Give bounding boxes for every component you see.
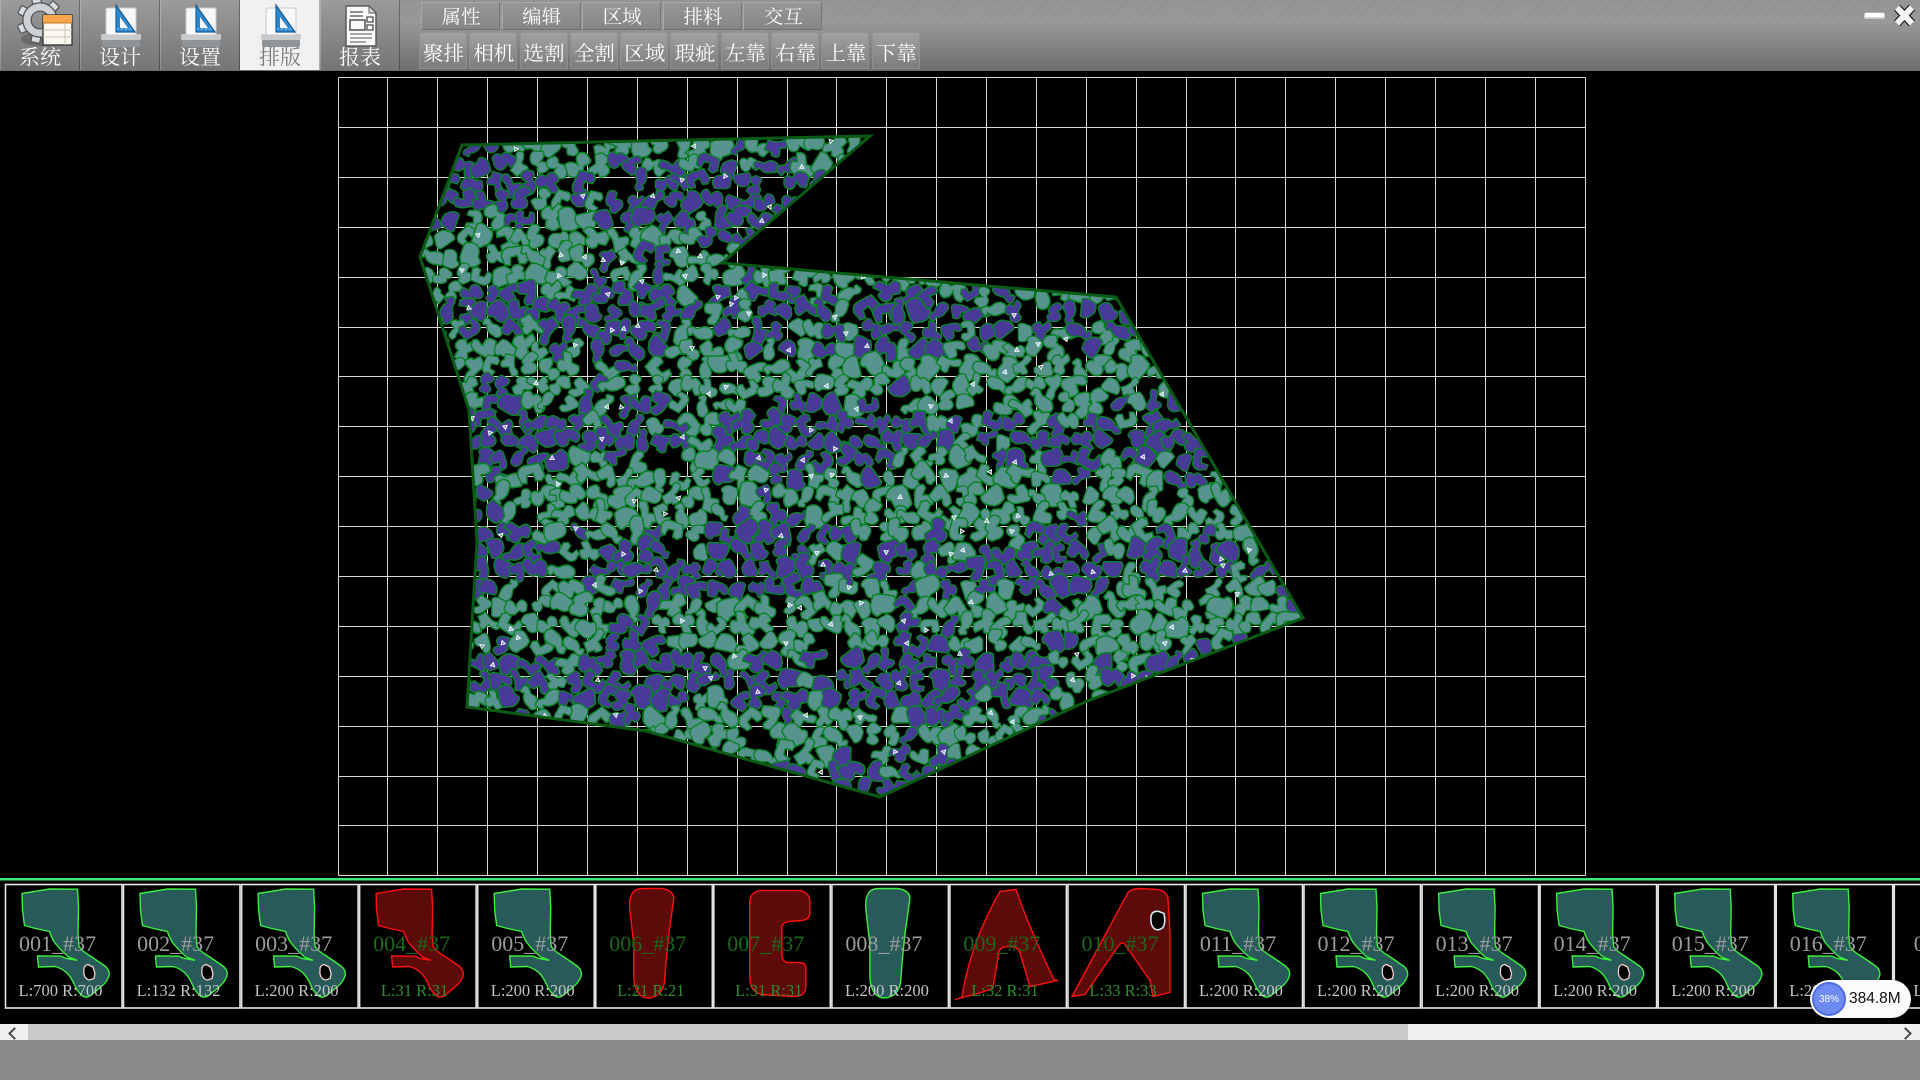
svg-text:017_#37: 017_#37 bbox=[1914, 931, 1920, 956]
svg-text:L:200 R:200: L:200 R:200 bbox=[255, 981, 339, 1000]
svg-text:L:200 R:200: L:200 R:200 bbox=[1671, 981, 1755, 1000]
svg-text:010_#37: 010_#37 bbox=[1082, 931, 1159, 956]
svg-text:004_#37: 004_#37 bbox=[373, 931, 450, 956]
svg-text:L:200 R:200: L:200 R:200 bbox=[1435, 981, 1519, 1000]
svg-text:014_#37: 014_#37 bbox=[1554, 931, 1631, 956]
svg-text:L:31 R:31: L:31 R:31 bbox=[381, 981, 448, 1000]
svg-text:L:132 R:132: L:132 R:132 bbox=[137, 981, 221, 1000]
svg-text:006_#37: 006_#37 bbox=[609, 931, 686, 956]
svg-text:012_#37: 012_#37 bbox=[1318, 931, 1395, 956]
svg-text:L:200 R:200: L:200 R:200 bbox=[1553, 981, 1637, 1000]
svg-text:016_#37: 016_#37 bbox=[1790, 931, 1867, 956]
svg-text:011_#37: 011_#37 bbox=[1200, 931, 1276, 956]
svg-text:013_#37: 013_#37 bbox=[1436, 931, 1513, 956]
svg-text:001_#37: 001_#37 bbox=[19, 931, 96, 956]
svg-text:002_#37: 002_#37 bbox=[137, 931, 214, 956]
svg-text:L:200 R:200: L:200 R:200 bbox=[845, 981, 929, 1000]
svg-text:015_#37: 015_#37 bbox=[1672, 931, 1749, 956]
svg-text:009_#37: 009_#37 bbox=[963, 931, 1040, 956]
svg-text:L:200 R:200: L:200 R:200 bbox=[1913, 981, 1920, 1000]
svg-text:L:21 R:21: L:21 R:21 bbox=[617, 981, 684, 1000]
svg-text:L:31 R:31: L:31 R:31 bbox=[735, 981, 802, 1000]
svg-text:L:33 R:33: L:33 R:33 bbox=[1089, 981, 1156, 1000]
svg-text:L:700 R:700: L:700 R:700 bbox=[19, 981, 103, 1000]
svg-text:L:200 R:200: L:200 R:200 bbox=[1199, 981, 1283, 1000]
svg-text:L:200 R:200: L:200 R:200 bbox=[491, 981, 575, 1000]
svg-text:L:200 R:200: L:200 R:200 bbox=[1317, 981, 1401, 1000]
svg-text:008_#37: 008_#37 bbox=[845, 931, 922, 956]
svg-text:007_#37: 007_#37 bbox=[727, 931, 804, 956]
svg-text:003_#37: 003_#37 bbox=[255, 931, 332, 956]
svg-text:L:32 R:31: L:32 R:31 bbox=[971, 981, 1038, 1000]
svg-text:005_#37: 005_#37 bbox=[491, 931, 568, 956]
